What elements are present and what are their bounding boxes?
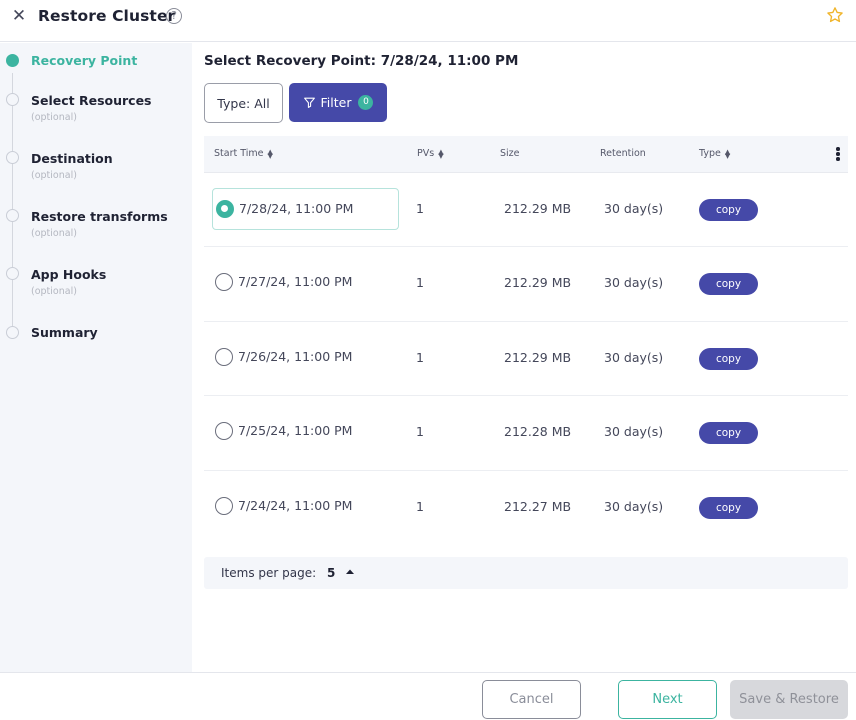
filter-button[interactable]: Filter 0 (289, 83, 387, 122)
step-label: Destination (31, 151, 113, 166)
dialog-title: Restore Cluster (38, 7, 176, 25)
dialog-footer: Cancel Next Save & Restore (0, 672, 856, 720)
radio-button-selected[interactable] (216, 200, 234, 218)
step-label: App Hooks (31, 267, 107, 282)
more-options-icon[interactable] (835, 147, 841, 163)
close-icon[interactable]: ✕ (10, 7, 28, 25)
sort-icon: ▲ ▼ (267, 147, 273, 160)
table-row[interactable]: 7/24/24, 11:00 PM 1 212.27 MB 30 day(s) … (204, 471, 848, 545)
start-time-cell: 7/28/24, 11:00 PM (239, 201, 354, 216)
table-row[interactable]: 7/26/24, 11:00 PM 1 212.29 MB 30 day(s) … (204, 322, 848, 397)
type-filter-button[interactable]: Type: All (204, 83, 283, 123)
wizard-sidebar: Recovery Point Select Resources (optiona… (0, 43, 192, 672)
recovery-point-option[interactable]: 7/26/24, 11:00 PM (212, 337, 399, 379)
sort-icon: ▲ ▼ (724, 147, 731, 160)
type-badge: copy (699, 199, 758, 221)
column-header-type[interactable]: Type ▲ ▼ (699, 148, 730, 159)
pvs-cell: 1 (416, 424, 424, 440)
retention-cell: 30 day(s) (604, 201, 664, 216)
retention-cell: 30 day(s) (604, 349, 664, 365)
step-label: Select Resources (31, 93, 152, 108)
page-title: Select Recovery Point: 7/28/24, 11:00 PM (204, 53, 519, 69)
pvs-cell: 1 (416, 201, 424, 216)
recovery-point-option[interactable]: 7/28/24, 11:00 PM (212, 188, 399, 230)
type-badge: copy (699, 496, 758, 519)
recovery-point-option[interactable]: 7/24/24, 11:00 PM (212, 486, 399, 528)
caret-up-icon[interactable] (345, 567, 355, 577)
items-per-page-value[interactable]: 5 (327, 566, 335, 580)
step-indicator (6, 209, 19, 222)
type-badge: copy (699, 273, 758, 296)
table-row[interactable]: 7/25/24, 11:00 PM 1 212.28 MB 30 day(s) … (204, 396, 848, 471)
filter-count-badge: 0 (358, 95, 374, 110)
radio-button[interactable] (215, 347, 233, 366)
step-connector (12, 164, 13, 209)
filter-icon (303, 97, 315, 108)
sort-icon: ▲ ▼ (438, 147, 444, 160)
size-cell: 212.29 MB (504, 201, 572, 216)
size-cell: 212.27 MB (504, 498, 572, 514)
recovery-point-option[interactable]: 7/25/24, 11:00 PM (212, 411, 399, 453)
help-icon[interactable]: ? (166, 8, 182, 24)
type-badge: copy (699, 422, 758, 445)
step-indicator (6, 93, 19, 106)
cancel-button[interactable]: Cancel (482, 680, 581, 719)
step-connector (12, 222, 13, 267)
recovery-points-table: Start Time ▲ ▼ PVs ▲ ▼ Size Retention Type ▲ ▼… (204, 136, 848, 545)
step-optional-note: (optional) (31, 112, 77, 123)
step-connector (12, 106, 13, 151)
radio-button[interactable] (215, 422, 233, 441)
items-per-page-label: Items per page: (221, 566, 317, 580)
column-header-size: Size (500, 148, 520, 159)
column-header-pvs[interactable]: PVs ▲ ▼ (417, 148, 444, 159)
step-indicator-active (6, 54, 19, 67)
step-label: Recovery Point (31, 53, 138, 68)
step-indicator (6, 326, 19, 339)
size-cell: 212.29 MB (504, 349, 572, 365)
dialog-header: ✕ Restore Cluster ? (0, 0, 856, 42)
start-time-cell: 7/27/24, 11:00 PM (238, 274, 353, 290)
next-button[interactable]: Next (618, 680, 717, 719)
column-header-label: Type (699, 148, 721, 159)
save-restore-button[interactable]: Save & Restore (730, 680, 848, 719)
pvs-cell: 1 (416, 498, 424, 514)
radio-button[interactable] (215, 273, 233, 292)
pvs-cell: 1 (416, 349, 424, 365)
retention-cell: 30 day(s) (604, 275, 664, 291)
radio-button[interactable] (215, 496, 233, 515)
star-icon[interactable] (826, 6, 844, 24)
size-cell: 212.29 MB (504, 275, 572, 291)
recovery-point-option[interactable]: 7/27/24, 11:00 PM (212, 262, 399, 304)
start-time-cell: 7/25/24, 11:00 PM (238, 423, 353, 439)
step-label: Summary (31, 325, 98, 340)
step-label: Restore transforms (31, 209, 168, 224)
column-header-label: Start Time (214, 148, 264, 159)
table-header: Start Time ▲ ▼ PVs ▲ ▼ Size Retention Type ▲ ▼ (204, 136, 848, 173)
step-indicator (6, 267, 19, 280)
step-connector (12, 280, 13, 326)
type-badge: copy (699, 347, 758, 370)
filter-button-label: Filter (320, 95, 352, 110)
column-header-retention: Retention (600, 148, 646, 159)
table-row[interactable]: 7/28/24, 11:00 PM 1 212.29 MB 30 day(s) … (204, 173, 848, 248)
retention-cell: 30 day(s) (604, 498, 664, 514)
table-row[interactable]: 7/27/24, 11:00 PM 1 212.29 MB 30 day(s) … (204, 247, 848, 322)
column-header-start-time[interactable]: Start Time ▲ ▼ (214, 148, 273, 159)
start-time-cell: 7/26/24, 11:00 PM (238, 348, 353, 364)
pvs-cell: 1 (416, 275, 424, 291)
column-header-label: PVs (417, 148, 435, 159)
retention-cell: 30 day(s) (604, 424, 664, 440)
step-indicator (6, 151, 19, 164)
step-optional-note: (optional) (31, 286, 77, 297)
step-optional-note: (optional) (31, 228, 77, 239)
step-optional-note: (optional) (31, 170, 77, 181)
size-cell: 212.28 MB (504, 424, 572, 440)
pagination-bar: Items per page: 5 (204, 557, 848, 589)
start-time-cell: 7/24/24, 11:00 PM (238, 497, 353, 513)
